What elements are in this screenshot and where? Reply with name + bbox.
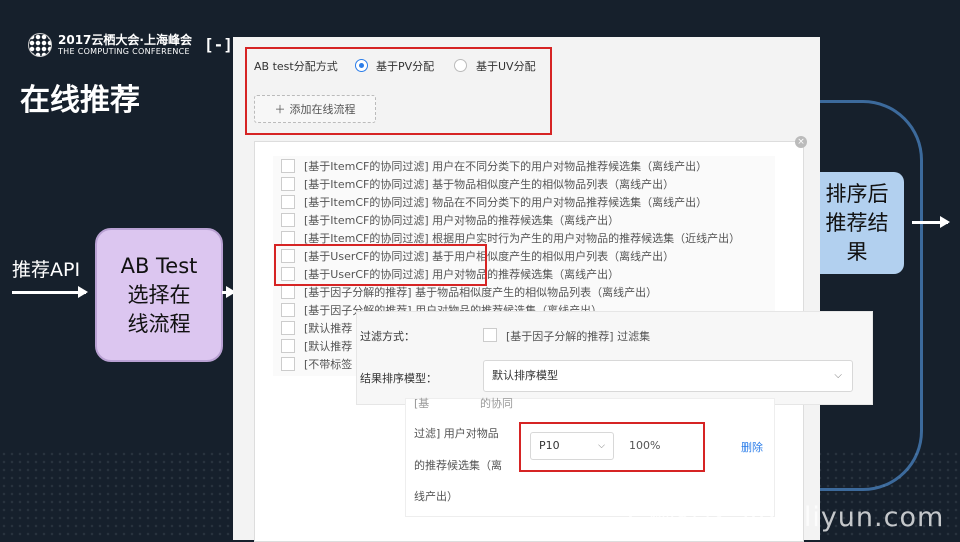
- ranked-result-box-label: 排序后 推荐结 果: [825, 181, 889, 264]
- arrow-api-to-ab-icon: [12, 286, 88, 298]
- sub-item-line2: 的推荐候选集（离: [414, 459, 502, 472]
- sub-item-line3: 线产出）: [414, 490, 458, 503]
- filter-method-label: 过滤方式：: [360, 330, 415, 343]
- radio-uv-label[interactable]: 基于UV分配: [476, 58, 536, 74]
- list-item[interactable]: [基于ItemCF的协同过滤] 用户在不同分类下的用户对物品推荐候选集（离线产出…: [281, 157, 707, 175]
- checkbox[interactable]: [281, 321, 295, 335]
- sub-item-text-top: [基: [414, 397, 430, 410]
- list-item[interactable]: [不带标签: [281, 355, 352, 373]
- slide-title: 在线推荐: [20, 83, 140, 118]
- checkbox[interactable]: [281, 159, 295, 173]
- checkbox[interactable]: [281, 195, 295, 209]
- radio-pv[interactable]: [355, 59, 368, 72]
- sub-item-line1: 过滤] 用户对物品: [414, 427, 499, 440]
- logo-line2: THE COMPUTING CONFERENCE: [58, 46, 190, 56]
- checkbox[interactable]: [281, 177, 295, 191]
- radio-pv-label[interactable]: 基于PV分配: [376, 58, 434, 74]
- ab-method-label: AB test分配方式: [254, 60, 338, 73]
- conference-logo: 2017云栖大会·上海峰会 THE COMPUTING CONFERENCE: [28, 33, 192, 57]
- list-item[interactable]: [基于ItemCF的协同过滤] 基于物品相似度产生的相似物品列表（离线产出）: [281, 175, 674, 193]
- chevron-down-icon: ⌵: [598, 441, 605, 451]
- chevron-down-icon: ⌵: [834, 370, 842, 381]
- checkbox[interactable]: [281, 357, 295, 371]
- add-online-flow-button[interactable]: ＋ 添加在线流程: [254, 95, 376, 123]
- checkbox[interactable]: [281, 285, 295, 299]
- checkbox[interactable]: [281, 213, 295, 227]
- recommend-api-label: 推荐API: [12, 259, 81, 281]
- logo-line1: 2017云栖大会·上海峰会: [58, 32, 192, 47]
- sort-model-label: 结果排序模型：: [360, 372, 437, 385]
- watermark: 云栖社区 yq.aliyun.com: [620, 502, 945, 533]
- usercf-highlight: [274, 244, 487, 286]
- ab-test-box-label: AB Test 选择在 线流程: [120, 253, 198, 336]
- filter-checkbox[interactable]: [483, 328, 497, 342]
- radio-uv[interactable]: [454, 59, 467, 72]
- ab-test-box: AB Test 选择在 线流程: [95, 228, 223, 362]
- delete-link[interactable]: 删除: [741, 439, 763, 455]
- plus-icon: ＋: [274, 103, 286, 116]
- ranked-result-box: 排序后 推荐结 果: [810, 172, 904, 274]
- aliyun-logo-icon: [-]: [204, 35, 233, 54]
- position-select[interactable]: P10 ⌵: [530, 432, 614, 460]
- checkbox[interactable]: [281, 303, 295, 317]
- list-item[interactable]: [基于ItemCF的协同过滤] 物品在不同分类下的用户对物品推荐候选集（离线产出…: [281, 193, 707, 211]
- add-online-flow-label: 添加在线流程: [289, 103, 356, 116]
- filter-option-label: [基于因子分解的推荐] 过滤集: [506, 330, 651, 343]
- arrow-result-out-icon: [912, 216, 950, 228]
- list-item[interactable]: [默认推荐: [281, 319, 352, 337]
- close-icon[interactable]: ×: [795, 136, 807, 148]
- sub-item-text-top2: 的协同: [480, 397, 513, 410]
- checkbox[interactable]: [281, 339, 295, 353]
- list-item[interactable]: [基于ItemCF的协同过滤] 用户对物品的推荐候选集（离线产出）: [281, 211, 619, 229]
- conference-logo-icon: [28, 33, 52, 57]
- list-item[interactable]: [默认推荐: [281, 337, 352, 355]
- sort-model-select[interactable]: 默认排序模型 ⌵: [483, 360, 853, 392]
- weight-percent: 100%: [629, 439, 661, 452]
- checkbox[interactable]: [281, 231, 295, 245]
